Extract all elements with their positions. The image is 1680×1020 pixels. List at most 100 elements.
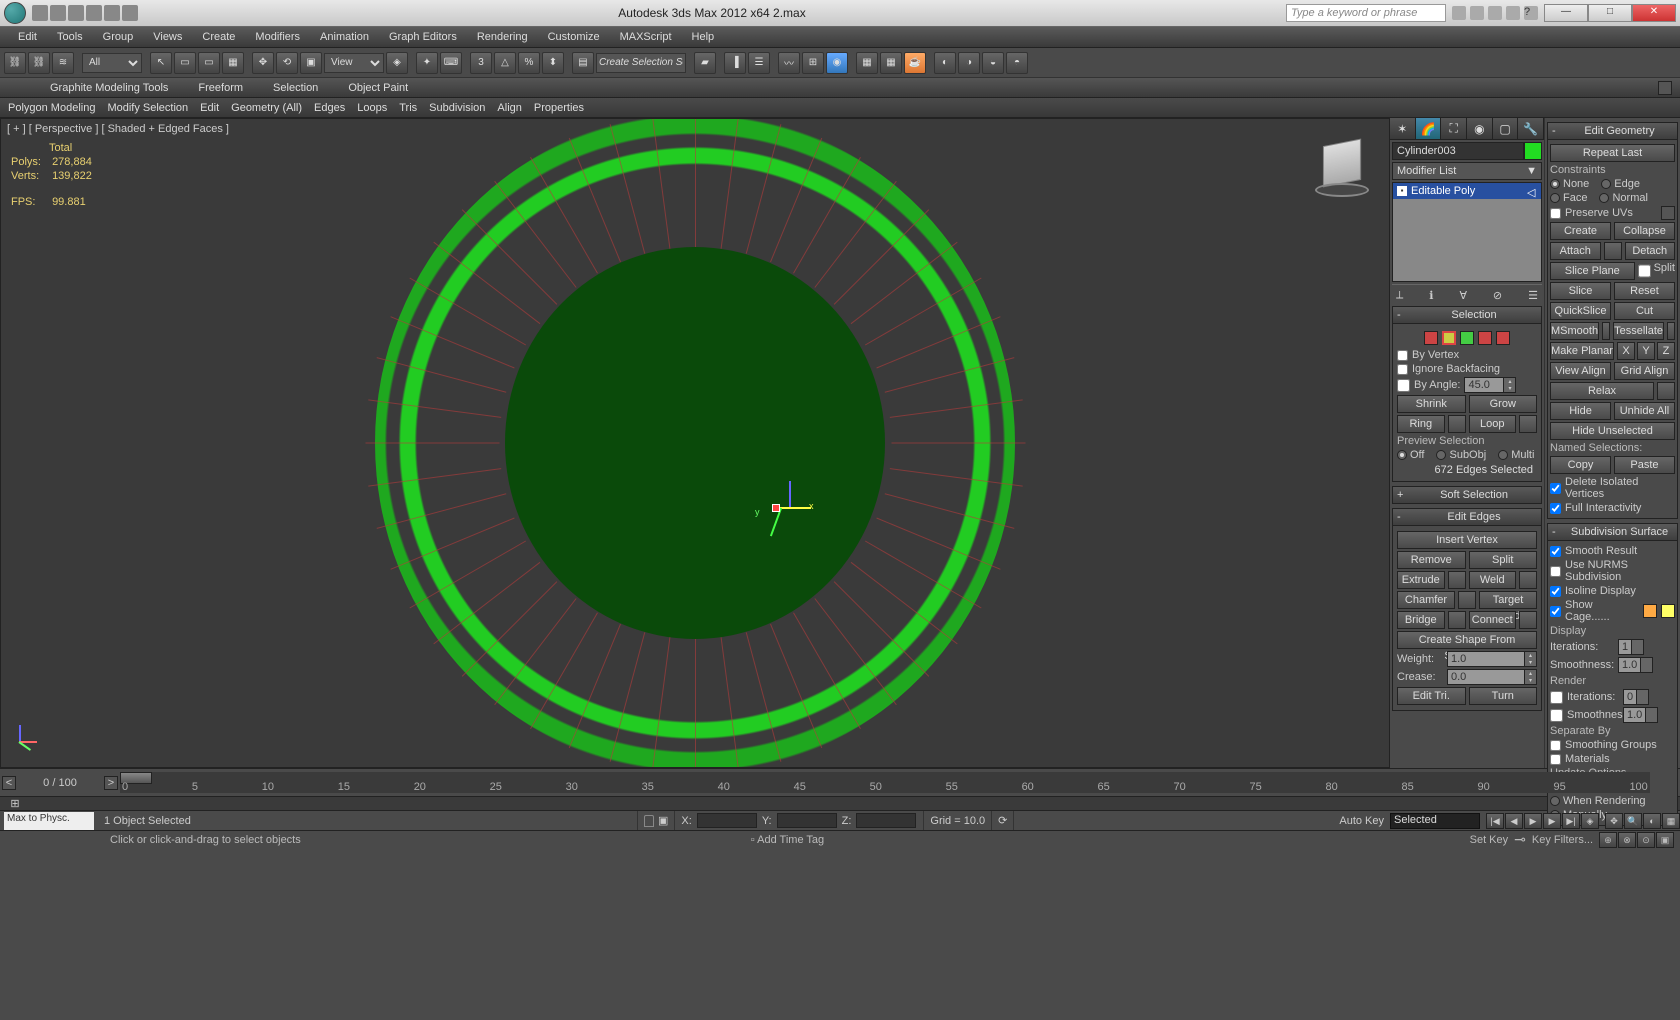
trackbar[interactable]: ⊞ (0, 796, 1680, 810)
angle-snap-icon[interactable]: △ (494, 52, 516, 74)
show-cage-checkbox[interactable] (1550, 606, 1561, 617)
menu-modifiers[interactable]: Modifiers (245, 28, 310, 46)
binoculars-icon[interactable] (1452, 6, 1466, 20)
help-icon[interactable]: ? (1524, 6, 1538, 20)
slice-button[interactable]: Slice (1550, 282, 1611, 300)
show-result-icon[interactable]: ℹ (1429, 289, 1433, 302)
loop-button[interactable]: Loop (1469, 415, 1517, 433)
constraint-normal-radio[interactable] (1599, 193, 1609, 203)
minimize-button[interactable]: — (1544, 4, 1588, 22)
angle-spinner[interactable]: 45.0 (1465, 378, 1503, 392)
subobj-vertex[interactable] (1424, 331, 1438, 345)
save-icon[interactable] (68, 5, 84, 21)
open-icon[interactable] (50, 5, 66, 21)
planar-z[interactable]: Z (1657, 342, 1675, 360)
ring-button[interactable]: Ring (1397, 415, 1445, 433)
tab-motion[interactable]: ◉ (1467, 118, 1493, 139)
scale-icon[interactable]: ▣ (300, 52, 322, 74)
unhide-button[interactable]: Unhide All (1614, 402, 1675, 420)
tessellate-settings[interactable] (1667, 322, 1675, 340)
nav-orbit-icon[interactable]: ⊕ (1599, 832, 1617, 848)
teapot2-icon[interactable]: ◑ (958, 52, 980, 74)
rotate-icon[interactable]: ⟲ (276, 52, 298, 74)
key-icon-big[interactable]: ⊸ (1514, 831, 1526, 848)
addtag-button[interactable]: ▫ Add Time Tag (751, 834, 824, 846)
turn-button[interactable]: Turn (1469, 687, 1538, 705)
iterations-spinner[interactable]: 1 (1618, 639, 1632, 655)
align-icon[interactable]: ▐ (724, 52, 746, 74)
smooth-result-checkbox[interactable] (1550, 546, 1561, 557)
ribbon-tab-graphite[interactable]: Graphite Modeling Tools (50, 82, 168, 94)
msmooth-button[interactable]: MSmooth (1550, 322, 1599, 340)
chamfer-settings[interactable] (1458, 591, 1476, 609)
crease-spinner[interactable]: 0.0 (1448, 670, 1524, 684)
mirror-icon[interactable]: ▰ (694, 52, 716, 74)
collapse-button[interactable]: Collapse (1614, 222, 1675, 240)
menu-rendering[interactable]: Rendering (467, 28, 538, 46)
spinner-snap-icon[interactable]: ⬍ (542, 52, 564, 74)
manipulate-icon[interactable]: ✦ (416, 52, 438, 74)
setkey-button[interactable]: Set Key (1470, 834, 1509, 846)
isolate-icon[interactable]: ▣ (658, 814, 668, 827)
render-iter-spinner[interactable]: 0 (1623, 689, 1637, 705)
teapot3-icon[interactable]: ◒ (982, 52, 1004, 74)
cage-color2[interactable] (1661, 604, 1675, 618)
prev-frame-icon[interactable]: ◀ (1505, 813, 1523, 829)
modifier-list-dropdown[interactable]: Modifier List▼ (1392, 162, 1542, 180)
hide-unsel-button[interactable]: Hide Unselected (1550, 422, 1675, 440)
split-checkbox[interactable] (1638, 262, 1651, 280)
preview-multi-radio[interactable] (1498, 450, 1508, 460)
search-input[interactable]: Type a keyword or phrase (1286, 4, 1446, 22)
time-left-icon[interactable]: < (2, 776, 16, 790)
full-interactivity-checkbox[interactable] (1550, 503, 1561, 514)
upd-rendering-radio[interactable] (1550, 796, 1560, 806)
y-coord-input[interactable] (777, 813, 837, 828)
keymode-dropdown[interactable]: Selected (1390, 813, 1480, 829)
by-vertex-checkbox[interactable] (1397, 350, 1408, 361)
render-icon[interactable]: ☕ (904, 52, 926, 74)
move-icon[interactable]: ✥ (252, 52, 274, 74)
create-button[interactable]: Create (1550, 222, 1611, 240)
menu-edit[interactable]: Edit (8, 28, 47, 46)
tab-create[interactable]: ✶ (1390, 118, 1416, 139)
grid-align-button[interactable]: Grid Align (1614, 362, 1675, 380)
window-crossing-icon[interactable]: ▦ (222, 52, 244, 74)
sep-smgroups-checkbox[interactable] (1550, 740, 1561, 751)
split-button[interactable]: Split (1469, 551, 1538, 569)
quickslice-button[interactable]: QuickSlice (1550, 302, 1611, 320)
render-iter-checkbox[interactable] (1550, 691, 1563, 704)
remove-mod-icon[interactable]: ⊘ (1493, 289, 1502, 302)
nav-pan-icon[interactable]: ✥ (1605, 813, 1623, 829)
menu-grapheditors[interactable]: Graph Editors (379, 28, 467, 46)
isoline-checkbox[interactable] (1550, 586, 1561, 597)
shrink-button[interactable]: Shrink (1397, 395, 1466, 413)
bind-icon[interactable]: ≋ (52, 52, 74, 74)
refcoord-dropdown[interactable]: View (324, 53, 384, 73)
panel-edit[interactable]: Edit (200, 102, 219, 114)
nav-fov-icon[interactable]: ◐ (1643, 813, 1661, 829)
nav-zoomall-icon[interactable]: ▦ (1662, 813, 1680, 829)
reset-plane-button[interactable]: Reset Plane (1614, 282, 1675, 300)
menu-views[interactable]: Views (143, 28, 192, 46)
select-icon[interactable]: ↖ (150, 52, 172, 74)
target-weld-button[interactable]: Target Weld (1479, 591, 1537, 609)
relax-settings[interactable] (1657, 382, 1675, 400)
grow-button[interactable]: Grow (1469, 395, 1538, 413)
rendered-frame-icon[interactable]: ▦ (880, 52, 902, 74)
make-unique-icon[interactable]: ∀ (1459, 289, 1467, 302)
menu-group[interactable]: Group (93, 28, 144, 46)
attach-settings[interactable] (1604, 242, 1622, 260)
snap-icon[interactable]: 3 (470, 52, 492, 74)
close-button[interactable]: ✕ (1632, 4, 1676, 22)
z-coord-input[interactable] (856, 813, 916, 828)
keyfilters-button[interactable]: Key Filters... (1532, 834, 1593, 846)
autokey-button[interactable]: Auto Key (1339, 815, 1384, 827)
extrude-settings[interactable] (1448, 571, 1466, 589)
next-frame-icon[interactable]: ▶ (1543, 813, 1561, 829)
teapot4-icon[interactable]: ◓ (1006, 52, 1028, 74)
trackbar-menu-icon[interactable]: ⊞ (0, 797, 30, 810)
select-region-icon[interactable]: ▭ (198, 52, 220, 74)
maxscript-mini[interactable]: Max to Physc. (4, 812, 94, 830)
detach-button[interactable]: Detach (1625, 242, 1676, 260)
subobj-element[interactable] (1496, 331, 1510, 345)
